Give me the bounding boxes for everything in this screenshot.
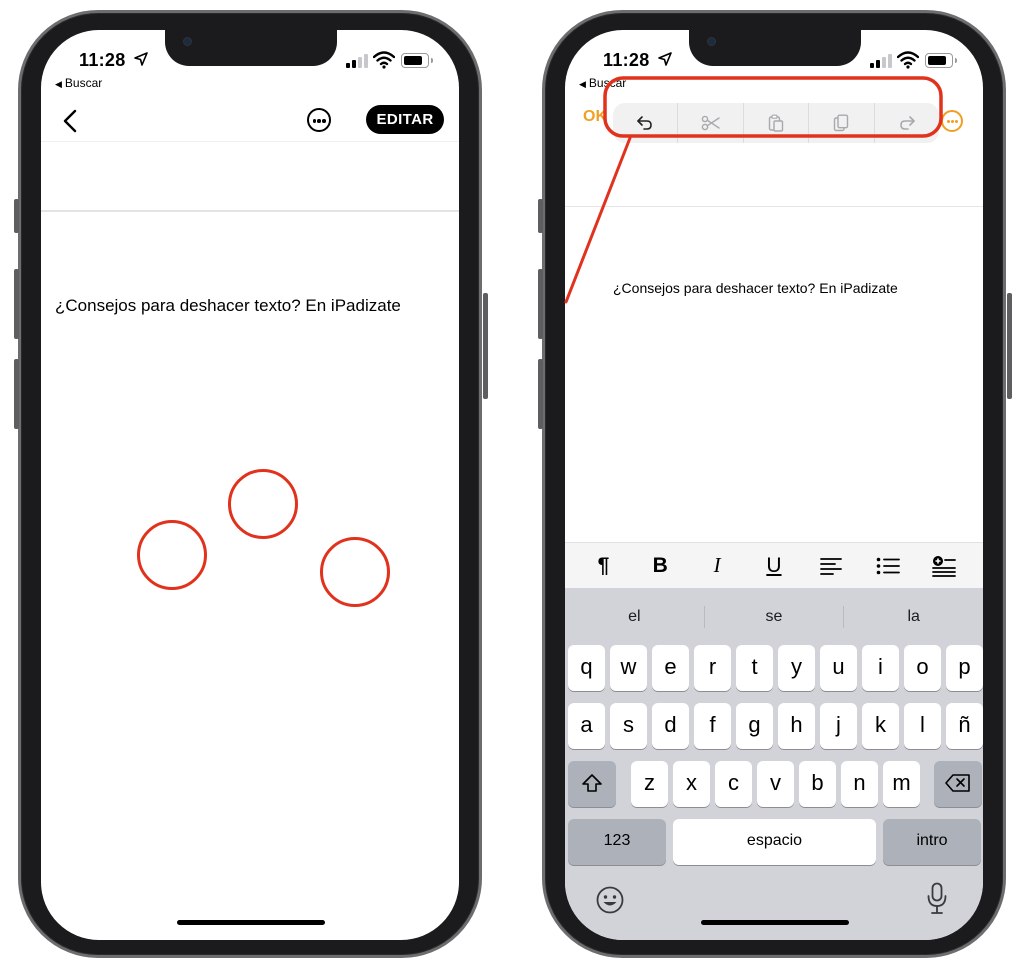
annotation-overlay <box>564 76 943 304</box>
annotation-pointer-line <box>564 136 632 304</box>
annotation-highlight-box <box>603 76 943 138</box>
